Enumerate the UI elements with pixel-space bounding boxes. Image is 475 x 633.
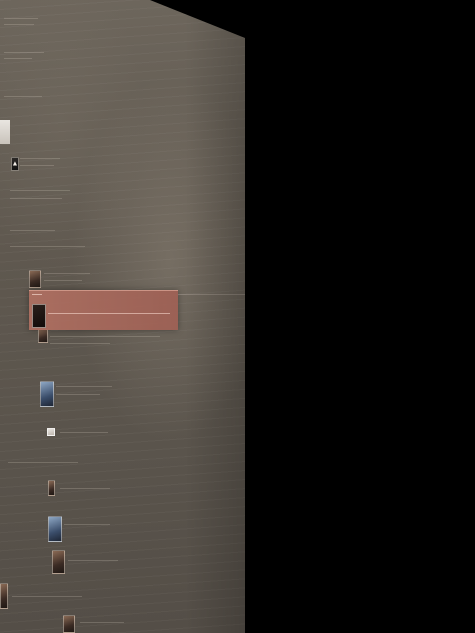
text-row [4,58,32,59]
text-row [4,96,42,97]
thumbnail-card[interactable] [48,480,55,496]
text-row [8,462,78,463]
portrait-icon [32,304,46,328]
coverflow-stage: ▲ [0,0,475,633]
selected-card[interactable] [29,290,178,330]
divider [178,294,245,295]
thumbnail-card[interactable] [52,550,65,574]
text-row [10,230,55,231]
text-row [10,246,85,247]
text-row [50,343,110,344]
text-row [4,52,44,53]
text-row [56,386,112,387]
text-row [20,165,54,166]
figure-icon: ▲ [11,160,19,168]
text-row [60,488,110,489]
side-card-edge[interactable] [0,120,10,144]
text-row [80,622,124,623]
text-row [44,280,82,281]
card-header-line [32,294,42,295]
thumbnail-card[interactable] [40,381,54,407]
text-row [50,336,160,337]
text-row [56,394,100,395]
card-wall-panel[interactable]: ▲ [0,0,245,633]
text-row [60,432,108,433]
card-text-line [48,313,170,314]
thumbnail-card[interactable] [63,615,75,633]
thumbnail-card[interactable] [47,428,55,436]
text-row [20,158,60,159]
text-row [10,190,70,191]
text-row [10,198,62,199]
text-row [64,524,110,525]
text-row [4,24,34,25]
text-row [12,596,82,597]
text-row [44,273,90,274]
thumbnail-card[interactable] [0,583,8,609]
text-row [68,560,118,561]
text-row [4,18,38,19]
thumbnail-card[interactable] [48,516,62,542]
thumbnail-card[interactable] [38,329,48,343]
thumbnail-card[interactable]: ▲ [11,157,19,171]
thumbnail-card[interactable] [29,270,41,288]
